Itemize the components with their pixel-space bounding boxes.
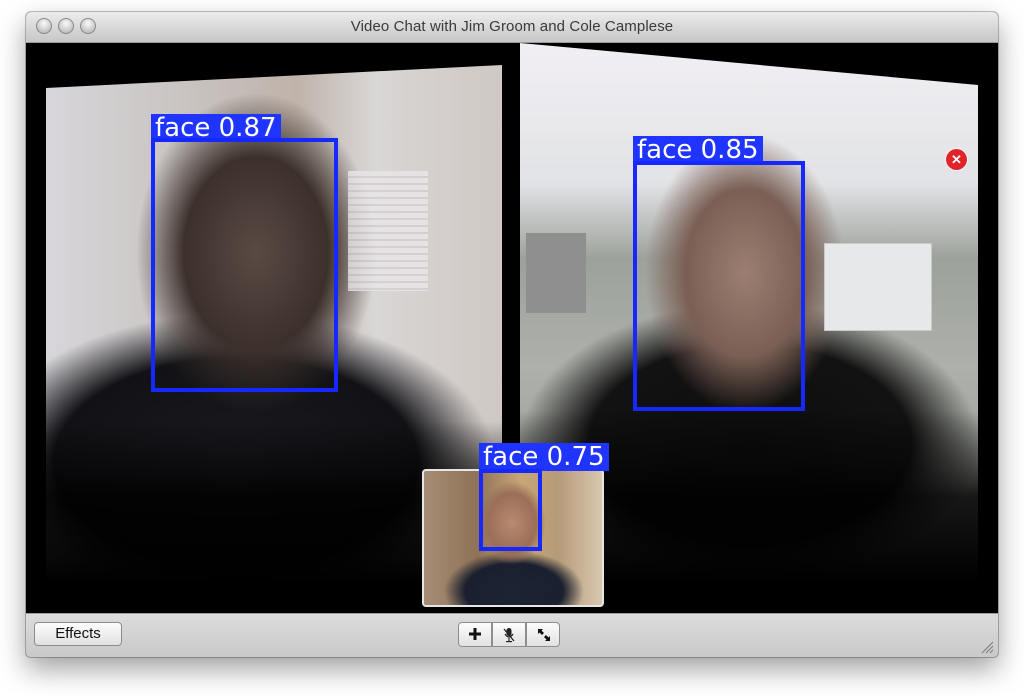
add-participant-button[interactable]: [458, 622, 492, 647]
resize-grip-icon[interactable]: [980, 640, 994, 654]
fullscreen-button[interactable]: [526, 622, 560, 647]
mute-microphone-button[interactable]: [492, 622, 526, 647]
title-bar[interactable]: Video Chat with Jim Groom and Cole Campl…: [26, 12, 998, 43]
bottom-toolbar: Effects: [26, 613, 998, 657]
video-area: ✕ face 0.87 face 0.85 face 0.75: [26, 43, 998, 613]
close-icon[interactable]: ✕: [946, 149, 967, 170]
face-label-self: face 0.75: [479, 443, 609, 471]
window-title: Video Chat with Jim Groom and Cole Campl…: [350, 18, 674, 35]
effects-button[interactable]: Effects: [34, 622, 122, 646]
face-box-left: [151, 138, 338, 392]
background-poster: [824, 243, 932, 331]
microphone-mute-icon: [503, 628, 515, 643]
face-box-right: [633, 161, 805, 411]
plus-icon: [469, 628, 481, 640]
face-box-self: [479, 469, 542, 551]
fullscreen-icon: [538, 629, 550, 641]
video-chat-window: Video Chat with Jim Groom and Cole Campl…: [26, 12, 998, 657]
background-cabinet: [526, 233, 586, 313]
window-blinds: [348, 171, 428, 291]
face-label-right: face 0.85: [633, 136, 763, 164]
